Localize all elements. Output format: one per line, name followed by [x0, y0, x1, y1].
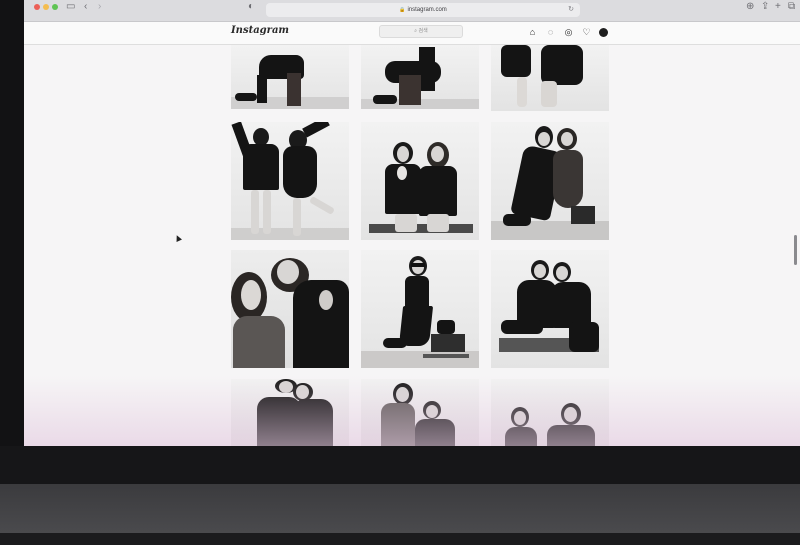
- feed-photo[interactable]: [491, 122, 609, 240]
- lock-icon: 🔒: [399, 7, 406, 13]
- address-bar[interactable]: 🔒 instagram.com ↻: [266, 3, 580, 17]
- sidebar-toggle-icon[interactable]: ▭: [66, 1, 75, 13]
- search-placeholder: 검색: [418, 28, 428, 34]
- feed-photo[interactable]: [491, 379, 609, 446]
- scrollbar-thumb[interactable]: [794, 235, 797, 265]
- explore-icon[interactable]: ◎: [563, 27, 574, 38]
- zoom-window-button[interactable]: [52, 4, 58, 10]
- monitor-frame: ▭ ‹ › ◐ 🔒 instagram.com ↻ ⊕ ⇪ + ⧉ Instagr…: [0, 0, 800, 533]
- minimize-window-button[interactable]: [43, 4, 49, 10]
- url-text: instagram.com: [407, 7, 447, 13]
- photo-grid: [24, 45, 800, 446]
- share-icon[interactable]: ⇪: [761, 1, 769, 13]
- feed-photo[interactable]: [361, 379, 479, 446]
- tab-overview-icon[interactable]: ⧉: [788, 1, 795, 13]
- heart-icon[interactable]: ♡: [581, 27, 592, 38]
- search-input[interactable]: ⌕ 검색: [379, 25, 463, 38]
- monitor-bezel: [0, 446, 800, 484]
- feed-photo[interactable]: [231, 122, 349, 240]
- apple-logo-icon: [372, 505, 422, 545]
- download-icon[interactable]: ⊕: [746, 1, 754, 13]
- home-icon[interactable]: ⌂: [527, 27, 538, 38]
- browser-window: ▭ ‹ › ◐ 🔒 instagram.com ↻ ⊕ ⇪ + ⧉ Instagr…: [24, 0, 800, 446]
- back-icon[interactable]: ‹: [84, 1, 87, 13]
- feed-photo[interactable]: [361, 250, 479, 368]
- feed-photo[interactable]: [231, 45, 349, 109]
- feed-photo[interactable]: [491, 250, 609, 368]
- profile-avatar[interactable]: [599, 28, 608, 37]
- feed-photo[interactable]: [491, 45, 609, 111]
- feed-photo[interactable]: [361, 45, 479, 109]
- feed-photo[interactable]: [231, 379, 349, 446]
- safari-toolbar: ▭ ‹ › ◐ 🔒 instagram.com ↻ ⊕ ⇪ + ⧉: [24, 0, 800, 22]
- shield-icon[interactable]: ◐: [248, 1, 254, 13]
- instagram-logo[interactable]: Instagram: [231, 25, 289, 36]
- reload-icon[interactable]: ↻: [568, 3, 574, 17]
- feed-photo[interactable]: [361, 122, 479, 240]
- forward-icon[interactable]: ›: [98, 1, 101, 13]
- feed-photo[interactable]: [231, 250, 349, 368]
- messenger-icon[interactable]: ◌: [545, 27, 556, 38]
- instagram-header: Instagram ⌕ 검색 ⌂ ◌ ◎ ♡: [24, 22, 800, 45]
- close-window-button[interactable]: [34, 4, 40, 10]
- new-tab-icon[interactable]: +: [775, 1, 781, 13]
